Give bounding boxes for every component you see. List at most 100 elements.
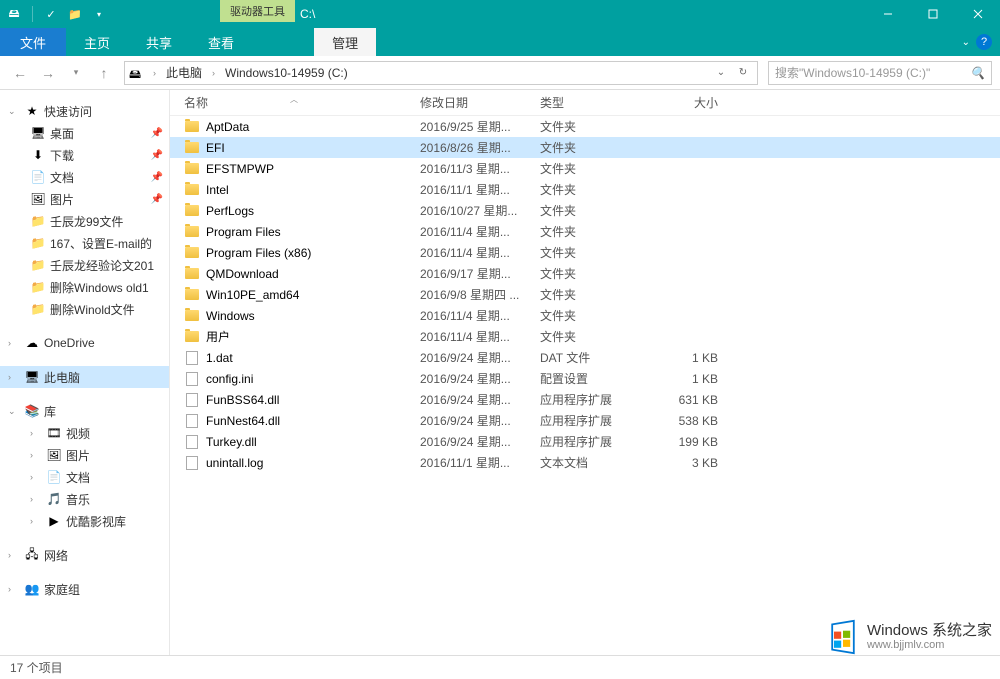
sidebar-item[interactable]: › 🎵 音乐 (0, 488, 169, 510)
file-row[interactable]: EFI 2016/8/26 星期... 文件夹 (170, 137, 1000, 158)
file-name: unintall.log (206, 456, 263, 470)
file-row[interactable]: 用户 2016/11/4 星期... 文件夹 (170, 326, 1000, 347)
properties-icon[interactable]: ✓ (41, 4, 61, 24)
sidebar-item[interactable]: › 🖼 图片 (0, 444, 169, 466)
tab-view[interactable]: 查看 (190, 28, 252, 56)
chevron-right-icon[interactable]: › (30, 516, 42, 526)
item-icon: ▶ (46, 513, 62, 529)
file-row[interactable]: Program Files 2016/11/4 星期... 文件夹 (170, 221, 1000, 242)
chevron-right-icon[interactable]: › (30, 450, 42, 460)
file-row[interactable]: 1.dat 2016/9/24 星期... DAT 文件 1 KB (170, 347, 1000, 368)
column-date[interactable]: 修改日期 (420, 94, 540, 111)
sidebar-item[interactable]: 🖥 桌面 📌 (0, 122, 169, 144)
breadcrumb-this-pc[interactable]: 此电脑 (164, 64, 204, 81)
file-row[interactable]: Windows 2016/11/4 星期... 文件夹 (170, 305, 1000, 326)
pin-icon: 📌 (151, 150, 163, 161)
file-icon (186, 393, 198, 407)
file-row[interactable]: EFSTMPWP 2016/11/3 星期... 文件夹 (170, 158, 1000, 179)
column-size[interactable]: 大小 (650, 94, 730, 111)
file-row[interactable]: Turkey.dll 2016/9/24 星期... 应用程序扩展 199 KB (170, 431, 1000, 452)
drive-icon[interactable]: 🖴 (4, 4, 24, 24)
star-icon: ★ (24, 103, 40, 119)
tab-manage[interactable]: 管理 (314, 28, 376, 56)
chevron-right-icon[interactable]: › (8, 584, 20, 594)
cell-name: AptData (170, 119, 420, 135)
qat-dropdown-icon[interactable]: ▾ (89, 4, 109, 24)
sidebar-item[interactable]: 📁 删除Winold文件 (0, 298, 169, 320)
file-row[interactable]: Win10PE_amd64 2016/9/8 星期四 ... 文件夹 (170, 284, 1000, 305)
folder-icon (185, 331, 199, 342)
file-row[interactable]: AptData 2016/9/25 星期... 文件夹 (170, 116, 1000, 137)
content-area: ⌄ ★ 快速访问 🖥 桌面 📌⬇ 下载 📌📄 文档 📌🖼 图片 📌📁 壬辰龙99… (0, 90, 1000, 655)
column-name[interactable]: 名称 ︿ (170, 94, 420, 111)
chevron-down-icon[interactable]: ⌄ (8, 106, 20, 117)
sidebar-onedrive[interactable]: › ☁ OneDrive (0, 332, 169, 354)
sidebar-item[interactable]: 📄 文档 📌 (0, 166, 169, 188)
tab-share[interactable]: 共享 (128, 28, 190, 56)
expand-ribbon-icon[interactable]: ⌄ (962, 37, 970, 48)
file-row[interactable]: QMDownload 2016/9/17 星期... 文件夹 (170, 263, 1000, 284)
sidebar-this-pc[interactable]: › 🖥 此电脑 (0, 366, 169, 388)
up-button[interactable]: ↑ (92, 61, 116, 85)
breadcrumb-drive[interactable]: Windows10-14959 (C:) (223, 66, 350, 80)
folder-icon (185, 121, 199, 132)
forward-button[interactable]: → (36, 61, 60, 85)
sidebar-item[interactable]: 📁 壬辰龙99文件 (0, 210, 169, 232)
back-button[interactable]: ← (8, 61, 32, 85)
history-dropdown-icon[interactable]: ⌄ (711, 67, 731, 78)
sidebar-item[interactable]: 📁 壬辰龙经验论文201 (0, 254, 169, 276)
refresh-icon[interactable]: ↻ (733, 67, 753, 78)
sidebar-item[interactable]: › ▶ 优酷影视库 (0, 510, 169, 532)
file-row[interactable]: FunBSS64.dll 2016/9/24 星期... 应用程序扩展 631 … (170, 389, 1000, 410)
minimize-button[interactable] (865, 0, 910, 28)
chevron-down-icon[interactable]: ⌄ (8, 406, 20, 417)
file-row[interactable]: unintall.log 2016/11/1 星期... 文本文档 3 KB (170, 452, 1000, 473)
sidebar-item[interactable]: › 📄 文档 (0, 466, 169, 488)
file-row[interactable]: FunNest64.dll 2016/9/24 星期... 应用程序扩展 538… (170, 410, 1000, 431)
homegroup-label: 家庭组 (44, 581, 80, 598)
item-icon: 📁 (30, 213, 46, 229)
folder-icon (185, 289, 199, 300)
sidebar-homegroup[interactable]: › 👥 家庭组 (0, 578, 169, 600)
chevron-right-icon[interactable]: › (8, 372, 20, 382)
file-row[interactable]: config.ini 2016/9/24 星期... 配置设置 1 KB (170, 368, 1000, 389)
sidebar-item[interactable]: 📁 删除Windows old1 (0, 276, 169, 298)
sidebar-item[interactable]: › 🎞 视频 (0, 422, 169, 444)
sidebar-item[interactable]: 🖼 图片 📌 (0, 188, 169, 210)
cell-type: 文件夹 (540, 286, 650, 303)
sidebar-quick-access[interactable]: ⌄ ★ 快速访问 (0, 100, 169, 122)
cell-date: 2016/9/25 星期... (420, 118, 540, 135)
new-folder-icon[interactable]: 📁 (65, 4, 85, 24)
file-name: AptData (206, 120, 249, 134)
maximize-button[interactable] (910, 0, 955, 28)
file-name: Windows (206, 309, 255, 323)
search-icon[interactable]: 🔍 (970, 66, 985, 80)
file-row[interactable]: PerfLogs 2016/10/27 星期... 文件夹 (170, 200, 1000, 221)
sidebar-item[interactable]: ⬇ 下载 📌 (0, 144, 169, 166)
close-icon (973, 9, 983, 19)
chevron-right-icon[interactable]: › (8, 338, 20, 348)
chevron-right-icon[interactable]: › (30, 428, 42, 438)
column-type[interactable]: 类型 (540, 94, 650, 111)
search-input[interactable]: 搜索"Windows10-14959 (C:)" 🔍 (768, 61, 992, 85)
chevron-right-icon[interactable]: › (208, 68, 219, 78)
file-tab[interactable]: 文件 (0, 28, 66, 56)
tab-home[interactable]: 主页 (66, 28, 128, 56)
cell-type: 文本文档 (540, 454, 650, 471)
addressbar[interactable]: 🖴 › 此电脑 › Windows10-14959 (C:) ⌄ ↻ (124, 61, 758, 85)
sidebar-item[interactable]: 📁 167、设置E-mail的 (0, 232, 169, 254)
cell-type: 文件夹 (540, 328, 650, 345)
folder-icon (185, 205, 199, 216)
chevron-right-icon[interactable]: › (8, 550, 20, 560)
file-icon (186, 372, 198, 386)
chevron-right-icon[interactable]: › (30, 472, 42, 482)
file-row[interactable]: Intel 2016/11/1 星期... 文件夹 (170, 179, 1000, 200)
sidebar-libraries[interactable]: ⌄ 📚 库 (0, 400, 169, 422)
recent-dropdown[interactable]: ▾ (64, 61, 88, 85)
sidebar-network[interactable]: › 🖧 网络 (0, 544, 169, 566)
file-row[interactable]: Program Files (x86) 2016/11/4 星期... 文件夹 (170, 242, 1000, 263)
chevron-right-icon[interactable]: › (149, 68, 160, 78)
help-icon[interactable]: ? (976, 34, 992, 50)
close-button[interactable] (955, 0, 1000, 28)
chevron-right-icon[interactable]: › (30, 494, 42, 504)
